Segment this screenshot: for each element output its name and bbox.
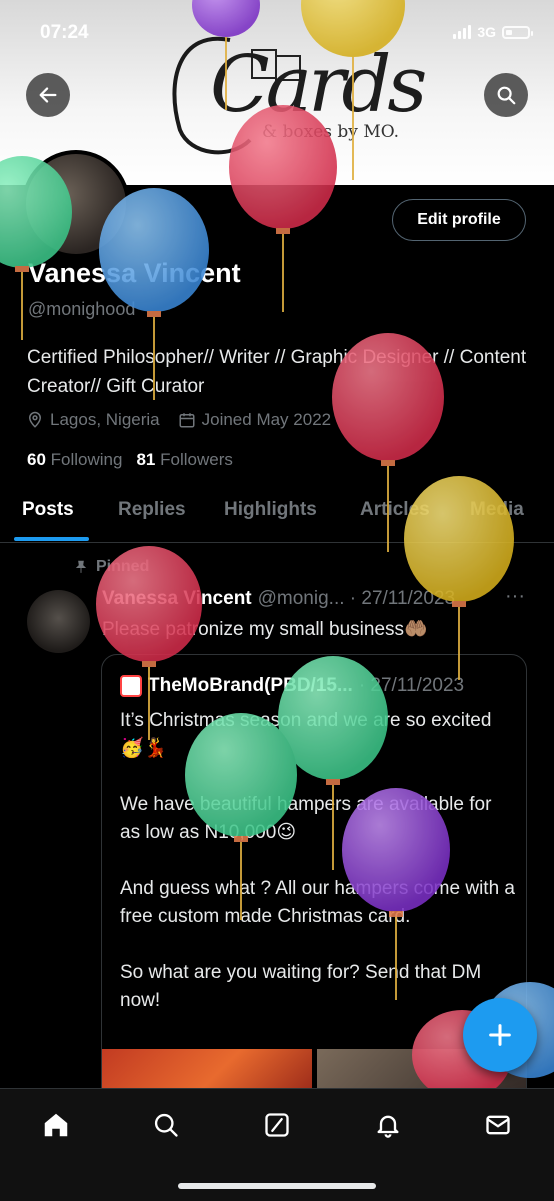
profile-handle: @monighood — [28, 299, 136, 319]
following-link[interactable]: 60 Following — [27, 450, 122, 470]
post-text: Please patronize my small business🤲🏽 — [102, 619, 428, 640]
plus-icon — [489, 1024, 511, 1046]
profile-avatar[interactable] — [22, 150, 130, 258]
post-handle-date: @monig... · 27/11/2023 — [257, 588, 456, 609]
network-label: 3G — [477, 24, 496, 40]
signal-icon — [453, 25, 472, 39]
quoted-post-header: TheMoBrand(PBD/15... · 27/11/2023 — [120, 675, 464, 697]
joined-text: Joined May 2022 — [201, 410, 332, 429]
nav-grok[interactable] — [261, 1109, 293, 1141]
tab-articles[interactable]: Articles — [360, 499, 430, 521]
quoted-post[interactable]: TheMoBrand(PBD/15... · 27/11/2023 It’s C… — [101, 654, 527, 1114]
pinned-text: Pinned — [96, 558, 150, 575]
calendar-icon — [179, 413, 195, 428]
explore-icon — [154, 1113, 178, 1137]
tab-replies[interactable]: Replies — [118, 499, 186, 521]
back-button[interactable] — [26, 73, 70, 117]
status-indicators: 3G — [453, 24, 533, 40]
follow-stats: 60 Following 81 Followers — [27, 450, 233, 470]
profile-joined: Joined May 2022 — [178, 410, 331, 430]
post-more-button[interactable]: ··· — [505, 585, 525, 608]
status-time: 07:24 — [40, 22, 89, 43]
tab-media[interactable]: Media — [470, 499, 524, 521]
nav-notifications[interactable] — [372, 1109, 404, 1141]
followers-link[interactable]: 81 Followers — [136, 450, 232, 470]
active-tab-indicator — [14, 537, 89, 541]
search-icon — [497, 86, 516, 105]
post-header: Vanessa Vincent @monig... · 27/11/2023 — [102, 588, 455, 610]
quoted-author: TheMoBrand(PBD/15... — [148, 675, 353, 696]
pinned-label: Pinned — [74, 558, 149, 576]
nav-home[interactable] — [40, 1109, 72, 1141]
pin-icon — [75, 560, 87, 573]
bell-icon — [377, 1115, 399, 1138]
profile-location: Lagos, Nigeria — [26, 410, 160, 430]
tab-highlights[interactable]: Highlights — [224, 499, 317, 521]
back-arrow-icon — [39, 87, 57, 103]
profile-meta: Lagos, Nigeria Joined May 2022 — [26, 410, 331, 430]
quoted-avatar — [120, 675, 142, 697]
quoted-date: · 27/11/2023 — [358, 675, 465, 696]
nav-explore[interactable] — [150, 1109, 182, 1141]
post-avatar[interactable] — [27, 590, 90, 653]
post-author[interactable]: Vanessa Vincent — [102, 588, 252, 610]
location-text: Lagos, Nigeria — [50, 410, 160, 429]
grok-icon — [265, 1113, 289, 1137]
compose-button[interactable] — [463, 998, 537, 1072]
profile-bio: Certified Philosopher// Writer // Graphi… — [27, 347, 527, 397]
mail-icon — [486, 1115, 510, 1135]
location-pin-icon — [28, 411, 42, 428]
battery-icon — [502, 25, 533, 39]
nav-messages[interactable] — [482, 1109, 514, 1141]
banner-logo-subtitle: & boxes by MO. — [262, 122, 400, 142]
quoted-post-text: It’s Christmas season and we are so exci… — [120, 710, 515, 1011]
tab-posts[interactable]: Posts — [22, 499, 74, 521]
profile-name: Vanessa Vincent — [28, 258, 241, 288]
banner-logo-text: Cards — [210, 40, 427, 130]
profile-tabs: Posts Replies Highlights Articles Media — [0, 492, 554, 543]
home-indicator — [178, 1183, 376, 1189]
edit-profile-button[interactable]: Edit profile — [392, 199, 526, 241]
search-button[interactable] — [484, 73, 528, 117]
home-icon — [44, 1113, 68, 1137]
